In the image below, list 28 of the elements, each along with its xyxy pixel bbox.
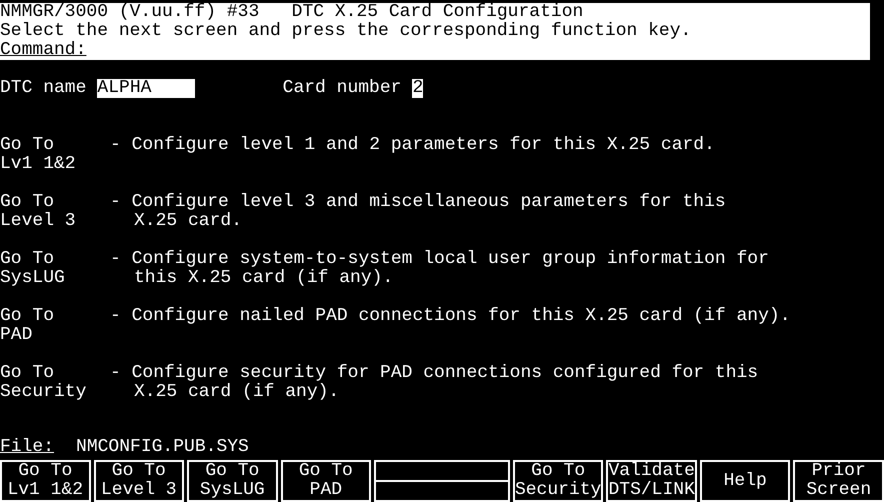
- command-label: Command:: [0, 41, 86, 60]
- menu-description: - Configure level 3 and miscellaneous parameters for this X.25 card.: [110, 193, 726, 231]
- instruction-text: Select the next screen and press the corresponding function key.: [0, 22, 692, 41]
- menu-key-label: Go To Security: [0, 364, 88, 402]
- blank-function-key[interactable]: [374, 460, 510, 502]
- file-label: File:: [0, 438, 54, 457]
- function-key[interactable]: Prior Screen: [793, 460, 884, 502]
- menu-key-label: Go To SysLUG: [0, 250, 66, 288]
- function-key[interactable]: Go To Security: [512, 460, 604, 502]
- function-key[interactable]: Go To Lv1 1&2: [0, 460, 91, 502]
- menu-key-label: Go To Lv1 1&2: [0, 136, 77, 174]
- menu-description: - Configure level 1 and 2 parameters for this X.25 card.: [110, 136, 715, 157]
- function-key[interactable]: Go To PAD: [280, 460, 372, 502]
- function-key[interactable]: Go To SysLUG: [187, 460, 278, 502]
- menu-key-label: Go To Level 3: [0, 193, 77, 231]
- function-key[interactable]: Go To Level 3: [94, 460, 184, 502]
- field-value[interactable]: 2: [412, 79, 424, 98]
- screen-title: NMMGR/3000 (V.uu.ff) #33 DTC X.25 Card Configuration: [0, 3, 584, 22]
- menu-description: - Configure security for PAD connections configured for this X.25 card (if any).: [110, 364, 758, 402]
- function-key[interactable]: Help: [700, 460, 790, 502]
- field-value[interactable]: ALPHA: [97, 79, 195, 98]
- menu-description: - Configure nailed PAD connections for this X.25 card (if any).: [110, 307, 791, 328]
- menu-key-label: Go To PAD: [0, 307, 56, 345]
- menu-description: - Configure system-to-system local user group information for this X.25 card (if any).: [110, 250, 769, 288]
- file-name: NMCONFIG.PUB.SYS: [76, 438, 249, 457]
- field-label: DTC name: [0, 79, 86, 98]
- field-label: Card number: [282, 79, 402, 98]
- function-key[interactable]: Validate DTS/LINK: [606, 460, 697, 502]
